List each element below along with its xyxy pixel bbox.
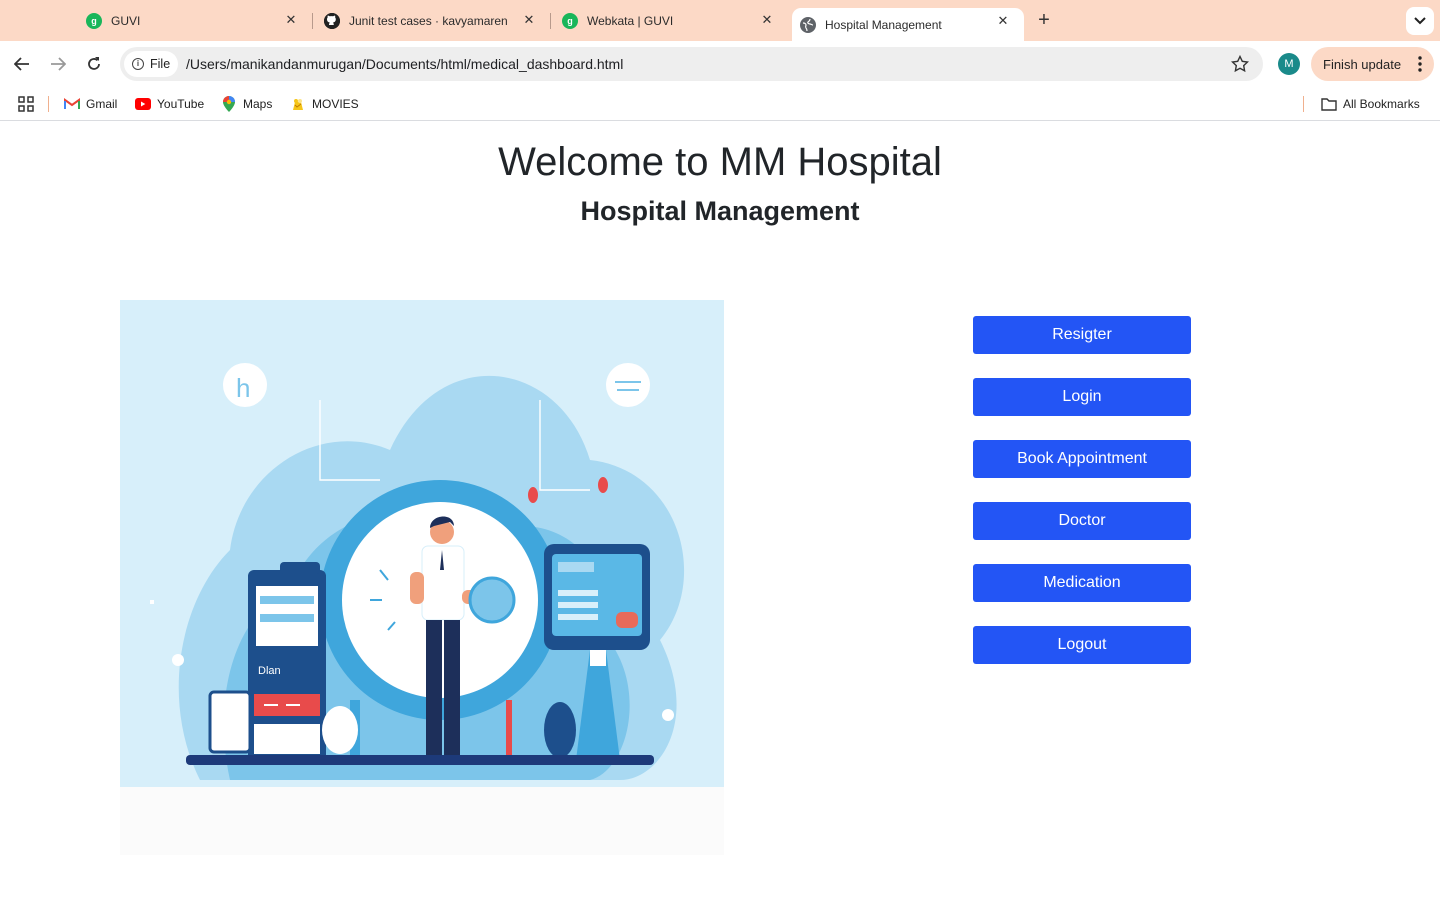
- new-tab-icon[interactable]: +: [1034, 10, 1054, 30]
- arrow-right-icon: [51, 57, 66, 71]
- medication-button[interactable]: Medication: [973, 564, 1191, 602]
- close-icon[interactable]: ✕: [760, 13, 774, 27]
- svg-text:Dlan: Dlan: [258, 665, 281, 677]
- tab-title: Hospital Management: [825, 17, 942, 32]
- svg-text:h: h: [236, 373, 250, 403]
- tab-divider: [550, 13, 551, 29]
- address-bar[interactable]: i File /Users/manikandanmurugan/Document…: [120, 47, 1263, 81]
- bookmarks-bar: Gmail YouTube Maps MOVIES All Bookmarks: [0, 87, 1440, 121]
- tab-search-button[interactable]: [1406, 7, 1434, 35]
- tab-divider: [312, 13, 313, 29]
- tab-hospital-management[interactable]: Hospital Management ✕: [792, 8, 1024, 41]
- doctor-button[interactable]: Doctor: [973, 502, 1191, 540]
- tab-title: GUVI: [111, 13, 141, 28]
- back-button[interactable]: [10, 52, 34, 76]
- bookmark-label: YouTube: [157, 97, 205, 111]
- hospital-illustration: h Dlan: [120, 300, 724, 855]
- tab-strip: g GUVI ✕ Junit test cases · kavyamaren ✕…: [0, 0, 1440, 41]
- tab-webkata[interactable]: g Webkata | GUVI ✕: [562, 0, 788, 41]
- guvi-icon: g: [86, 12, 102, 29]
- browser-toolbar: i File /Users/manikandanmurugan/Document…: [0, 41, 1440, 87]
- tab-title: Junit test cases · kavyamaren: [349, 13, 508, 28]
- site-info-chip[interactable]: i File: [124, 51, 178, 77]
- bookmark-maps[interactable]: Maps: [221, 96, 272, 112]
- close-icon[interactable]: ✕: [522, 13, 536, 27]
- login-button[interactable]: Login: [973, 378, 1191, 416]
- page-subtitle: Hospital Management: [580, 196, 860, 226]
- tab-title: Webkata | GUVI: [587, 13, 674, 28]
- arrow-left-icon: [14, 57, 29, 71]
- youtube-icon: [135, 96, 151, 112]
- logout-button[interactable]: Logout: [973, 626, 1191, 664]
- more-icon: [1418, 56, 1422, 72]
- bookmark-label: MOVIES: [312, 97, 359, 111]
- tab-guvi[interactable]: g GUVI ✕: [86, 0, 312, 41]
- tab-junit[interactable]: Junit test cases · kavyamaren ✕: [324, 0, 550, 41]
- bookmark-gmail[interactable]: Gmail: [64, 96, 117, 112]
- gmail-icon: [64, 96, 80, 112]
- reload-icon: [88, 57, 100, 70]
- reload-button[interactable]: [82, 52, 106, 76]
- star-icon[interactable]: [1231, 55, 1249, 73]
- finish-update-label: Finish update: [1323, 56, 1402, 72]
- bookmark-youtube[interactable]: YouTube: [135, 96, 204, 112]
- all-bookmarks-button[interactable]: All Bookmarks: [1321, 96, 1420, 112]
- profile-avatar[interactable]: M: [1278, 53, 1300, 75]
- apps-grid-icon: [18, 96, 34, 112]
- bookmark-divider: [48, 96, 49, 112]
- bookmark-divider: [1303, 96, 1304, 112]
- apps-button[interactable]: [18, 96, 34, 112]
- book-appointment-button[interactable]: Book Appointment: [973, 440, 1191, 478]
- close-icon[interactable]: ✕: [996, 14, 1010, 28]
- guvi-icon: g: [562, 12, 578, 29]
- movies-icon: [290, 96, 306, 112]
- folder-icon: [1321, 96, 1337, 112]
- register-button[interactable]: Resigter: [973, 316, 1191, 354]
- close-icon[interactable]: ✕: [284, 13, 298, 27]
- bookmark-label: Gmail: [86, 97, 118, 111]
- all-bookmarks-label: All Bookmarks: [1343, 97, 1420, 111]
- chevron-down-icon: [1414, 17, 1426, 25]
- github-icon: [324, 12, 340, 29]
- maps-icon: [221, 96, 237, 112]
- page-content: Welcome to MM Hospital Hospital Manageme…: [0, 122, 1440, 900]
- bookmark-movies[interactable]: MOVIES: [290, 96, 359, 112]
- url-text[interactable]: /Users/manikandanmurugan/Documents/html/…: [186, 56, 623, 72]
- forward-button[interactable]: [46, 52, 70, 76]
- page-title: Welcome to MM Hospital: [498, 140, 942, 184]
- main-menu: Resigter Login Book Appointment Doctor M…: [973, 316, 1191, 688]
- info-icon: i: [132, 58, 144, 70]
- chip-label: File: [150, 57, 171, 71]
- finish-update-button[interactable]: Finish update: [1311, 47, 1434, 81]
- bookmark-label: Maps: [243, 97, 273, 111]
- globe-icon: [800, 16, 816, 33]
